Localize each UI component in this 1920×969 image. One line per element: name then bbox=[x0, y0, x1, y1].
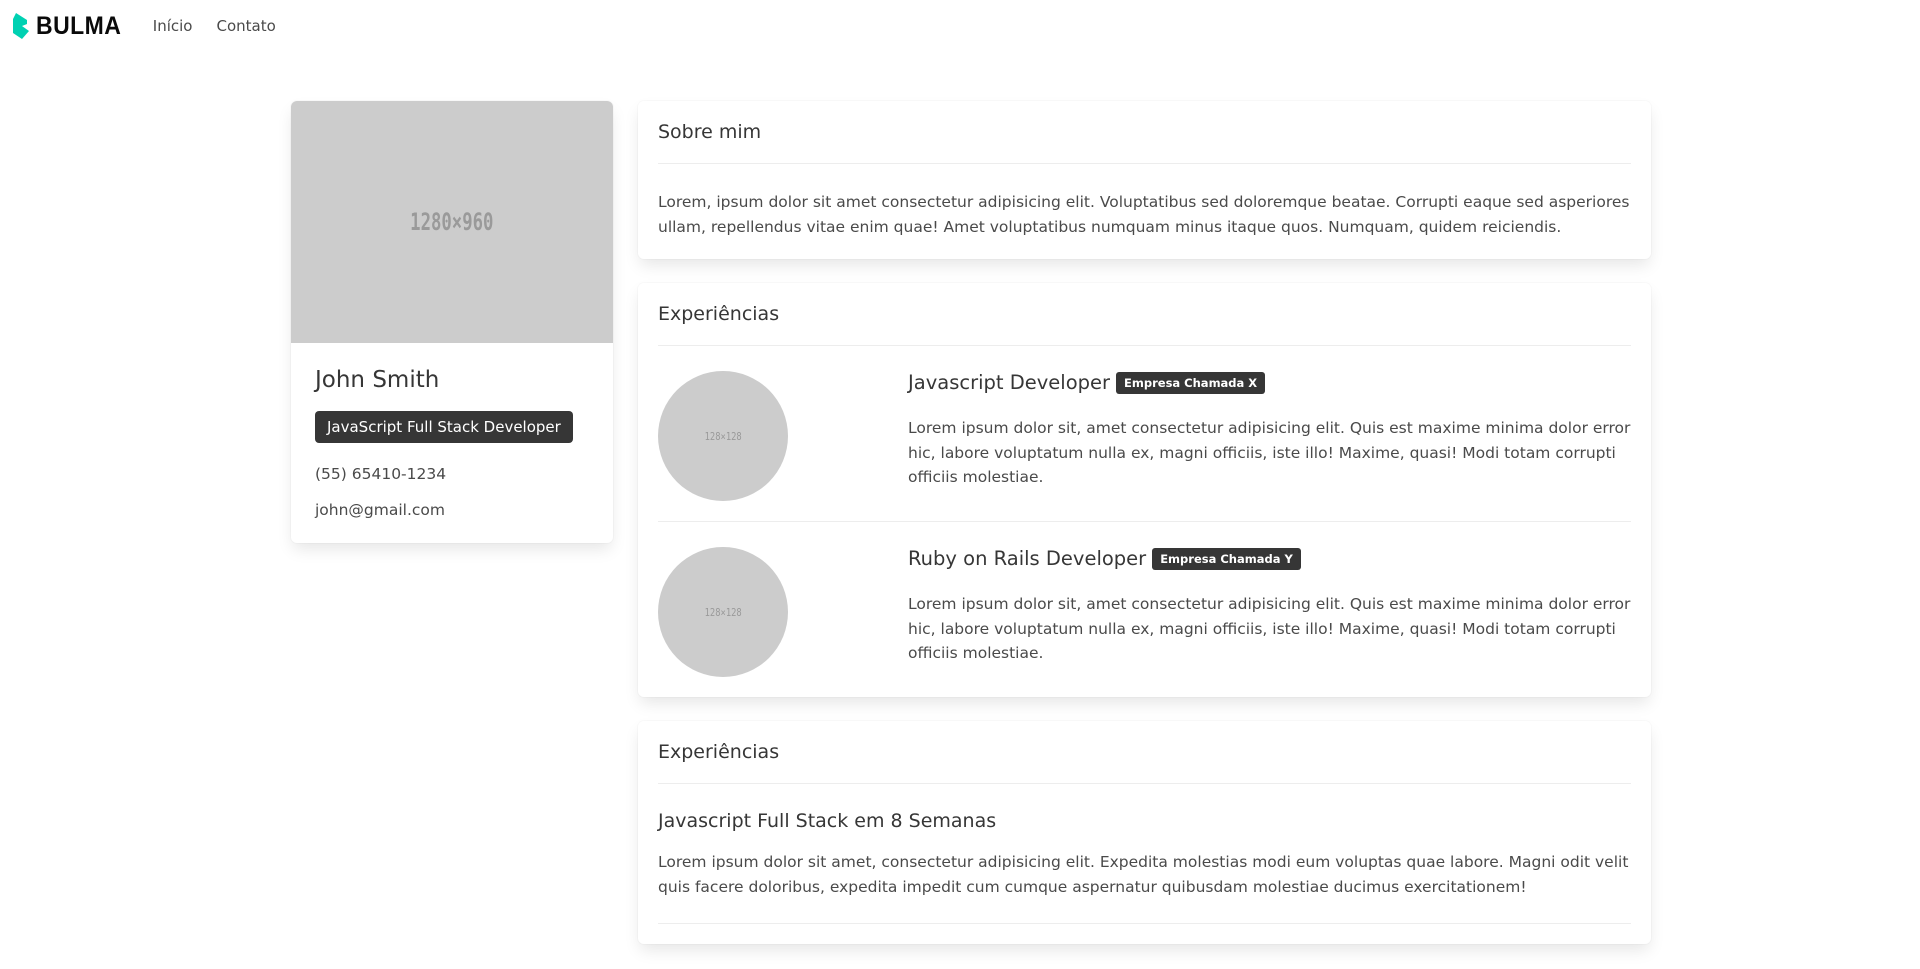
experience-title: Experiências bbox=[658, 303, 1631, 346]
avatar-placeholder: 128×128 bbox=[704, 429, 742, 443]
experience-title-row: Ruby on Rails Developer Empresa Chamada … bbox=[908, 547, 1631, 570]
bulma-logo-icon bbox=[12, 13, 30, 39]
experience-avatar: 128×128 bbox=[658, 371, 788, 501]
experience-body: Javascript Developer Empresa Chamada X L… bbox=[908, 371, 1631, 501]
experience-body: Ruby on Rails Developer Empresa Chamada … bbox=[908, 547, 1631, 677]
experience-title-row: Javascript Developer Empresa Chamada X bbox=[908, 371, 1631, 394]
nav-link-inicio[interactable]: Início bbox=[141, 17, 205, 35]
experience-description: Lorem ipsum dolor sit, amet consectetur … bbox=[908, 595, 1631, 662]
about-text: Lorem, ipsum dolor sit amet consectetur … bbox=[658, 193, 1630, 236]
profile-phone: (55) 65410-1234 bbox=[315, 465, 447, 483]
experience-job-title: Ruby on Rails Developer bbox=[908, 547, 1147, 570]
course-title: Javascript Full Stack em 8 Semanas bbox=[658, 810, 997, 832]
company-tag: Empresa Chamada X bbox=[1116, 371, 1266, 394]
course-description: Lorem ipsum dolor sit amet, consectetur … bbox=[658, 850, 1631, 924]
top-navbar: BULMA Início Contato bbox=[0, 0, 1920, 52]
main-content: Sobre mim Lorem, ipsum dolor sit amet co… bbox=[638, 101, 1651, 968]
profile-name: John Smith bbox=[315, 367, 440, 393]
experience-description: Lorem ipsum dolor sit, amet consectetur … bbox=[908, 419, 1631, 486]
experience-item: 128×128 Ruby on Rails Developer Empresa … bbox=[658, 521, 1631, 697]
company-tag: Empresa Chamada Y bbox=[1152, 547, 1301, 570]
education-card: Experiências Javascript Full Stack em 8 … bbox=[638, 721, 1651, 944]
brand-link[interactable]: BULMA bbox=[12, 12, 129, 41]
profile-image-placeholder: 1280×960 bbox=[410, 208, 494, 236]
experience-avatar: 128×128 bbox=[658, 547, 788, 677]
experience-item: 128×128 Javascript Developer Empresa Cha… bbox=[658, 346, 1631, 521]
brand-name: BULMA bbox=[36, 11, 122, 40]
experience-job-title: Javascript Developer bbox=[908, 371, 1111, 394]
profile-role-tag: JavaScript Full Stack Developer bbox=[315, 411, 573, 443]
avatar-placeholder: 128×128 bbox=[704, 605, 742, 619]
education-item: Javascript Full Stack em 8 Semanas Lorem… bbox=[658, 810, 1631, 924]
profile-image: 1280×960 bbox=[291, 101, 613, 343]
about-card: Sobre mim Lorem, ipsum dolor sit amet co… bbox=[638, 101, 1651, 259]
education-title: Experiências bbox=[658, 741, 1631, 784]
experience-card: Experiências 128×128 Javascript Develope… bbox=[638, 283, 1651, 697]
profile-sidebar: 1280×960 John Smith JavaScript Full Stac… bbox=[291, 101, 613, 543]
profile-email: john@gmail.com bbox=[315, 501, 446, 519]
profile-content: John Smith JavaScript Full Stack Develop… bbox=[291, 343, 613, 543]
nav-link-contato[interactable]: Contato bbox=[204, 17, 287, 35]
about-title: Sobre mim bbox=[658, 121, 1631, 164]
profile-card: 1280×960 John Smith JavaScript Full Stac… bbox=[291, 101, 613, 543]
